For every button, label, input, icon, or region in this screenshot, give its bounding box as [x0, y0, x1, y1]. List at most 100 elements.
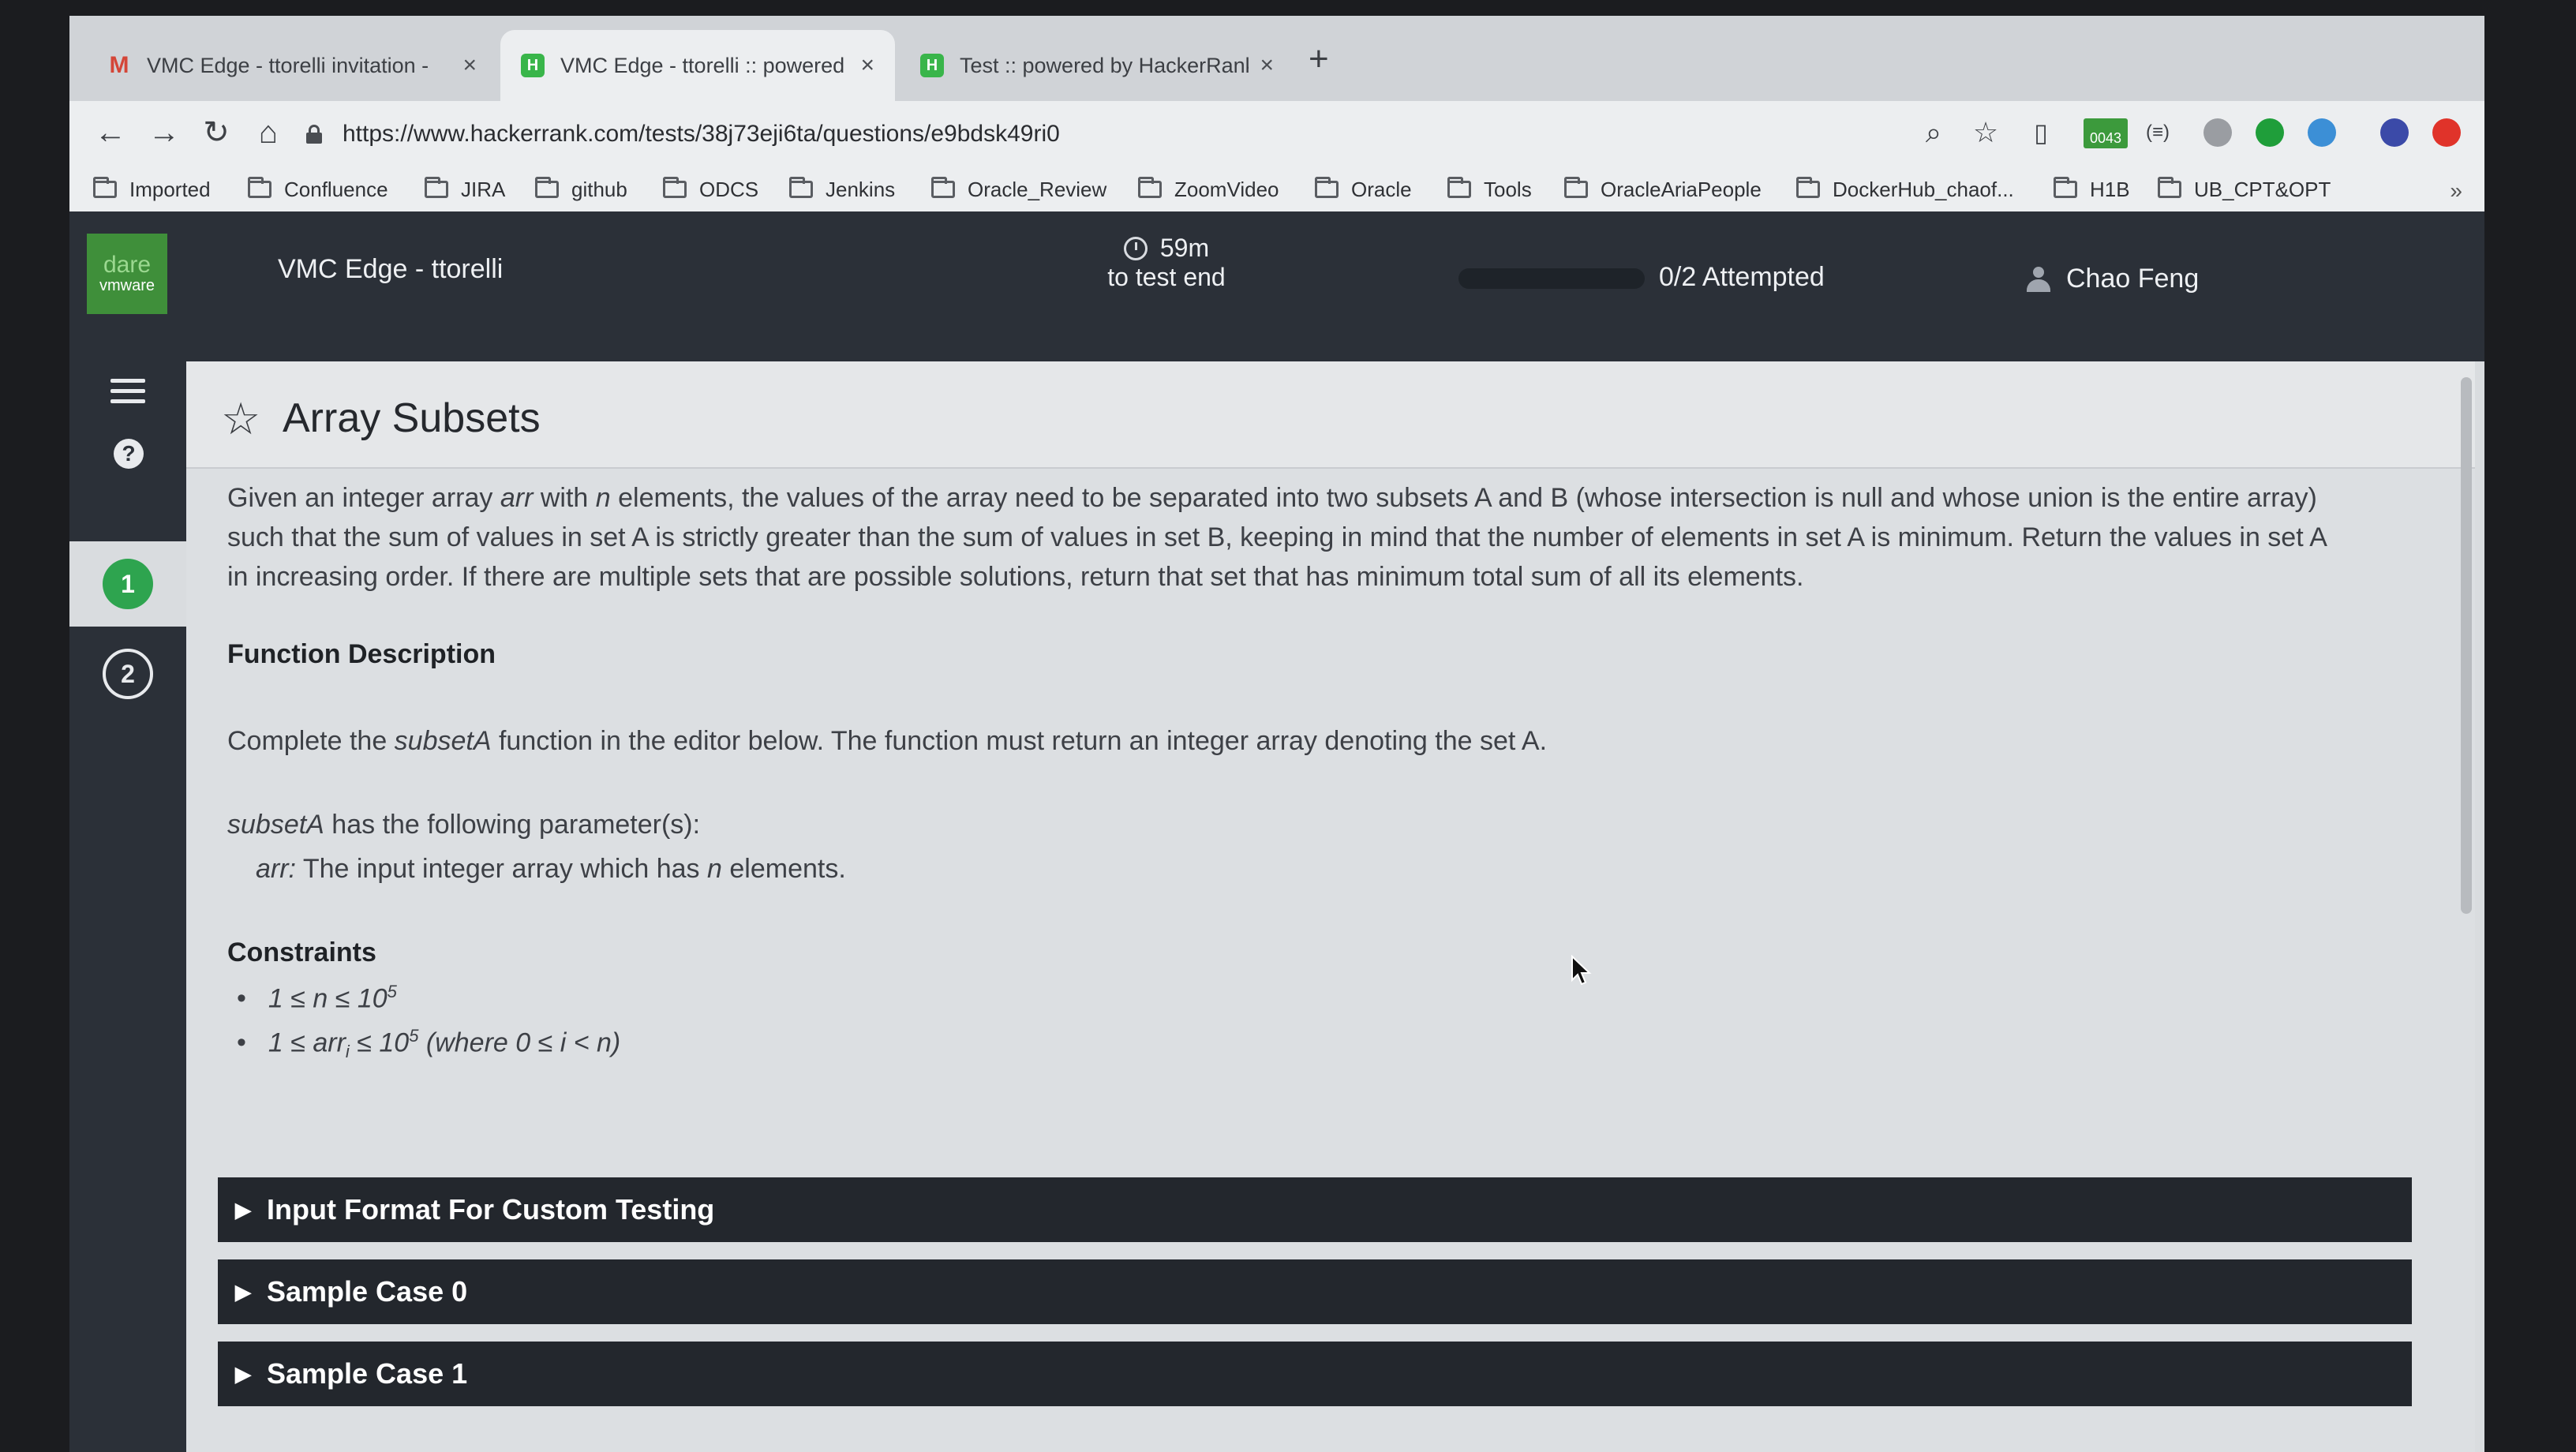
folder-icon: [1447, 177, 1471, 198]
section-sample-case-0[interactable]: ▶ Sample Case 0: [218, 1259, 2412, 1324]
extension-icon[interactable]: (≡): [2137, 112, 2178, 153]
logo-text: vmware: [99, 277, 155, 294]
user-icon: [2027, 266, 2050, 292]
address-bar[interactable]: https://www.hackerrank.com/tests/38j73ej…: [306, 109, 1995, 159]
bookmarks-overflow-icon[interactable]: »: [2450, 178, 2462, 204]
bookmark-jira[interactable]: JIRA: [425, 174, 505, 205]
reload-icon[interactable]: ↻: [196, 112, 237, 153]
folder-icon: [93, 177, 117, 198]
bookmark-label: JIRA: [461, 177, 506, 201]
extension-alert-icon[interactable]: [2432, 118, 2461, 147]
bookmark-tools[interactable]: Tools: [1447, 174, 1532, 205]
bookmark-oracle[interactable]: Oracle: [1315, 174, 1412, 205]
function-name: subsetA: [394, 726, 492, 756]
close-icon[interactable]: ×: [860, 52, 874, 79]
extension-circle-icon[interactable]: [2203, 118, 2232, 147]
constraint-exponent: 5: [387, 982, 397, 1001]
description-text: with: [533, 483, 596, 513]
help-icon[interactable]: ?: [114, 439, 144, 469]
folder-icon: [1315, 177, 1339, 198]
question-sidebar: ? 1 2: [69, 361, 186, 1452]
bookmark-label: OracleAriaPeople: [1601, 177, 1762, 201]
close-icon[interactable]: ×: [1260, 52, 1274, 79]
bookmark-oracle-review[interactable]: Oracle_Review: [931, 174, 1106, 205]
home-icon[interactable]: ⌂: [248, 112, 289, 153]
caret-right-icon: ▶: [235, 1197, 251, 1222]
user-menu[interactable]: Chao Feng: [2027, 264, 2199, 294]
bookmark-jenkins[interactable]: Jenkins: [789, 174, 895, 205]
caret-right-icon: ▶: [235, 1361, 251, 1386]
clock-icon: [1123, 236, 1148, 260]
bookmark-github[interactable]: github: [535, 174, 627, 205]
bookmark-label: DockerHub_chaof...: [1833, 177, 2014, 201]
section-input-format[interactable]: ▶ Input Format For Custom Testing: [218, 1177, 2412, 1242]
question-nav-item-1[interactable]: 1: [69, 541, 186, 627]
folder-icon: [789, 177, 813, 198]
browser-toolbar: ← → ↻ ⌂ https://www.hackerrank.com/tests…: [69, 101, 2484, 167]
back-icon[interactable]: ←: [90, 112, 131, 153]
tab-title: VMC Edge - ttorelli invitation -: [147, 53, 429, 77]
attempted-count: 0/2 Attempted: [1659, 262, 1825, 292]
bookmark-ub-cpt-opt[interactable]: UB_CPT&OPT: [2158, 174, 2331, 205]
bookmark-oracleariapeople[interactable]: OracleAriaPeople: [1564, 174, 1762, 205]
test-timer: 59m to test end: [1048, 234, 1285, 292]
zoom-icon[interactable]: ⌕: [1913, 112, 1954, 153]
mouse-cursor-icon: [1571, 955, 1592, 986]
test-header: dare vmware VMC Edge - ttorelli 59m to t…: [69, 211, 2484, 361]
constraints-heading: Constraints: [227, 937, 376, 967]
parameter-name: arr:: [256, 854, 296, 884]
problem-description: Given an integer array arr with n elemen…: [227, 478, 2327, 597]
parameters-intro: subsetA has the following parameter(s):: [227, 805, 700, 844]
bookmark-imported[interactable]: Imported: [93, 174, 211, 205]
bookmark-label: Tools: [1484, 177, 1532, 201]
section-sample-case-1[interactable]: ▶ Sample Case 1: [218, 1342, 2412, 1406]
bookmark-label: Imported: [129, 177, 211, 201]
forward-icon[interactable]: →: [144, 112, 185, 153]
bookmark-odcs[interactable]: ODCS: [663, 174, 758, 205]
folder-icon: [931, 177, 955, 198]
folder-icon: [248, 177, 271, 198]
bookmark-confluence[interactable]: Confluence: [248, 174, 388, 205]
close-icon[interactable]: ×: [462, 52, 477, 79]
bookmark-label: H1B: [2090, 177, 2130, 201]
timer-value: 59m: [1159, 234, 1210, 262]
browser-tab-2[interactable]: H VMC Edge - ttorelli :: powered ×: [500, 30, 895, 101]
folder-icon: [1138, 177, 1162, 198]
folder-icon: [1564, 177, 1588, 198]
tab-title: VMC Edge - ttorelli :: powered: [560, 53, 845, 77]
extension-music-icon[interactable]: [2380, 118, 2409, 147]
extension-search-icon[interactable]: [2308, 118, 2336, 147]
browser-tab-1[interactable]: M VMC Edge - ttorelli invitation - ×: [87, 30, 497, 101]
scrollbar[interactable]: [2461, 377, 2472, 914]
bullet: •: [237, 1027, 246, 1058]
bookmark-star-icon[interactable]: ☆: [1965, 112, 2006, 153]
section-title: Input Format For Custom Testing: [267, 1193, 715, 1226]
folder-icon: [1796, 177, 1820, 198]
tab-strip: M VMC Edge - ttorelli invitation - × H V…: [69, 16, 2484, 101]
bookmark-dockerhub[interactable]: DockerHub_chaof...: [1796, 174, 2014, 205]
reader-icon[interactable]: ▯: [2020, 112, 2061, 153]
folder-icon: [425, 177, 448, 198]
star-icon[interactable]: ☆: [221, 393, 260, 445]
tab-title: Test :: powered by HackerRank: [960, 53, 1249, 77]
list-icon[interactable]: [110, 379, 145, 406]
new-tab-button[interactable]: +: [1309, 39, 1329, 79]
constraint-item-1: • 1 ≤ n ≤ 105: [237, 972, 397, 1018]
bookmark-label: Jenkins: [826, 177, 896, 201]
constraint-item-2: • 1 ≤ arri ≤ 105 (where 0 ≤ i < n): [237, 1016, 620, 1072]
browser-tab-3[interactable]: H Test :: powered by HackerRank ×: [900, 30, 1294, 101]
folder-icon: [535, 177, 559, 198]
question-panel: ☆ Array Subsets Given an integer array a…: [186, 361, 2475, 1452]
caret-right-icon: ▶: [235, 1279, 251, 1304]
bookmark-h1b[interactable]: H1B: [2054, 174, 2130, 205]
extension-leaf-icon[interactable]: [2256, 118, 2284, 147]
extension-badge[interactable]: 0043: [2084, 118, 2128, 148]
question-title: Array Subsets: [283, 395, 541, 441]
question-nav-item-2[interactable]: 2: [103, 649, 153, 699]
question-number-badge: 1: [103, 559, 153, 609]
constraint-exponent: 5: [409, 1026, 419, 1046]
attempted-progress-bar: [1458, 268, 1645, 289]
bookmark-zoomvideo[interactable]: ZoomVideo: [1138, 174, 1279, 205]
user-name: Chao Feng: [2066, 264, 2200, 294]
question-title-bar: ☆ Array Subsets: [186, 361, 2475, 469]
